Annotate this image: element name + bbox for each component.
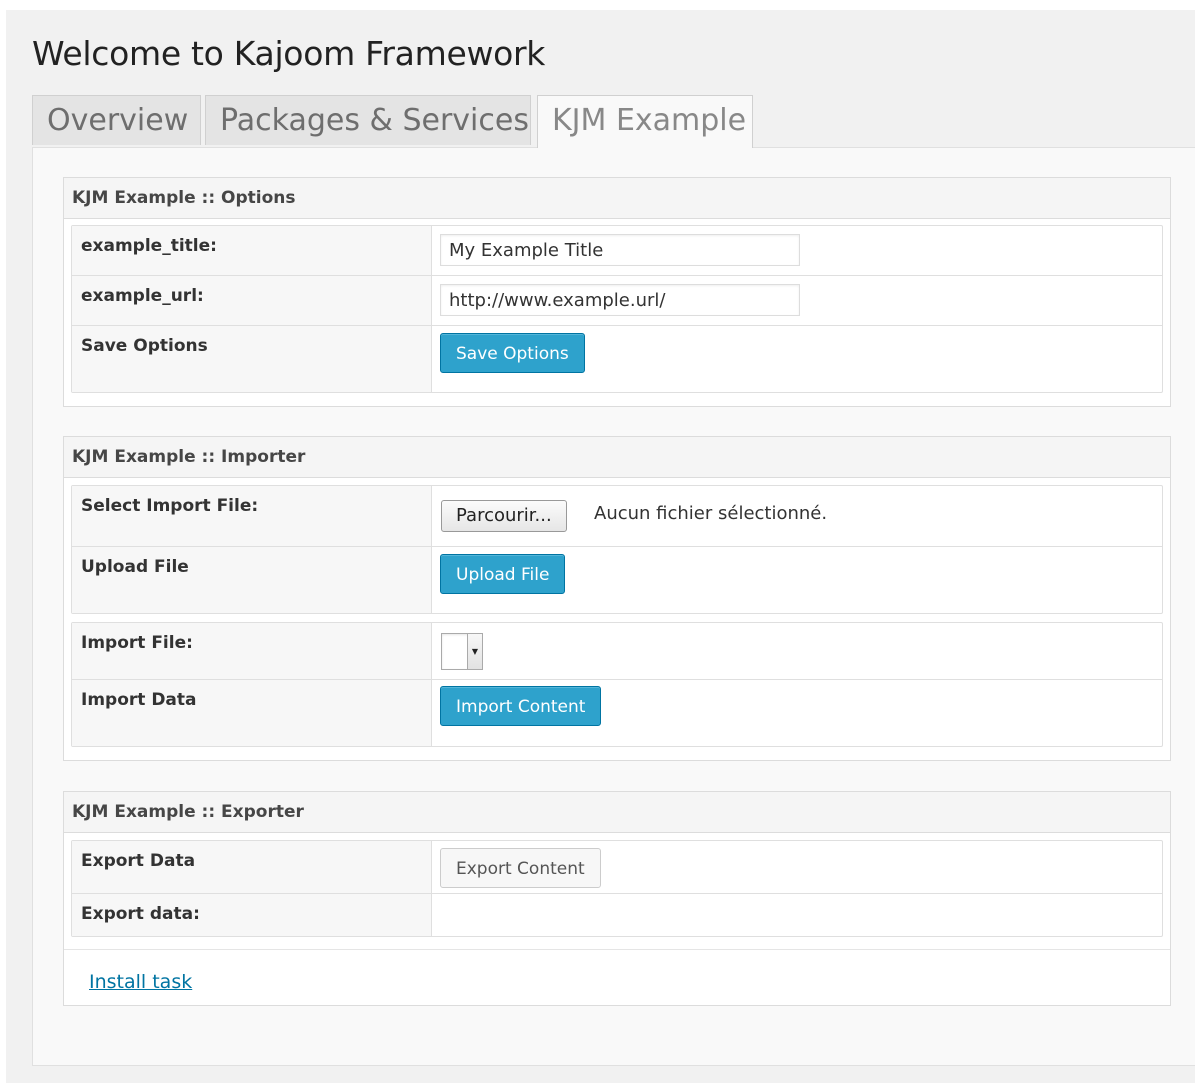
save-options-label: Save Options (72, 326, 432, 392)
table-row: Save Options Save Options (72, 326, 1162, 392)
table-row: Export Data Export Content (72, 841, 1162, 894)
admin-frame: Welcome to Kajoom Framework Overview Pac… (6, 10, 1195, 1083)
export-table: Export Data Export Content Export data: (71, 840, 1163, 937)
importer-box-title: KJM Example :: Importer (64, 437, 1170, 478)
example-url-label: example_url: (72, 276, 432, 325)
example-title-label: example_title: (72, 226, 432, 275)
table-row: example_url: (72, 276, 1162, 326)
export-content-button[interactable]: Export Content (440, 848, 601, 888)
upload-file-button[interactable]: Upload File (440, 554, 566, 594)
upload-table: Select Import File: Parcourir... Aucun f… (71, 485, 1163, 614)
import-file-label: Import File: (72, 623, 432, 679)
export-data-label: Export Data (72, 841, 432, 893)
import-content-button[interactable]: Import Content (440, 686, 602, 726)
select-import-file-label: Select Import File: (72, 486, 432, 546)
file-status-text: Aucun fichier sélectionné. (594, 503, 828, 524)
importer-box: KJM Example :: Importer Select Import Fi… (63, 436, 1171, 761)
tab-overview[interactable]: Overview (32, 95, 201, 145)
upload-file-label: Upload File (72, 547, 432, 613)
table-row: Upload File Upload File (72, 547, 1162, 613)
exporter-box-title: KJM Example :: Exporter (64, 792, 1170, 833)
divider (64, 949, 1170, 950)
tab-panel: KJM Example :: Options example_title: ex… (32, 147, 1195, 1066)
table-row: Import File: ▼ (72, 623, 1162, 680)
import-data-label: Import Data (72, 680, 432, 746)
tab-packages-services[interactable]: Packages & Services (205, 95, 531, 145)
page-title: Welcome to Kajoom Framework (32, 34, 546, 73)
import-table: Import File: ▼ Import Data Import Conten… (71, 622, 1163, 747)
options-box-title: KJM Example :: Options (64, 178, 1170, 219)
chevron-down-icon: ▼ (467, 634, 482, 669)
export-data-field-label: Export data: (72, 894, 432, 936)
tab-kjm-example[interactable]: KJM Example (537, 95, 753, 148)
example-url-input[interactable] (440, 284, 800, 316)
options-box: KJM Example :: Options example_title: ex… (63, 177, 1171, 407)
import-file-select[interactable]: ▼ (441, 633, 483, 670)
install-task-link[interactable]: Install task (89, 971, 192, 993)
exporter-box: KJM Example :: Exporter Export Data Expo… (63, 791, 1171, 1006)
options-table: example_title: example_url: Save Options… (71, 225, 1163, 393)
export-data-output (433, 894, 1162, 936)
save-options-button[interactable]: Save Options (440, 333, 585, 373)
example-title-input[interactable] (440, 234, 800, 266)
table-row: Import Data Import Content (72, 680, 1162, 746)
table-row: Select Import File: Parcourir... Aucun f… (72, 486, 1162, 547)
table-row: example_title: (72, 226, 1162, 276)
table-row: Export data: (72, 894, 1162, 936)
browse-button[interactable]: Parcourir... (441, 500, 567, 532)
